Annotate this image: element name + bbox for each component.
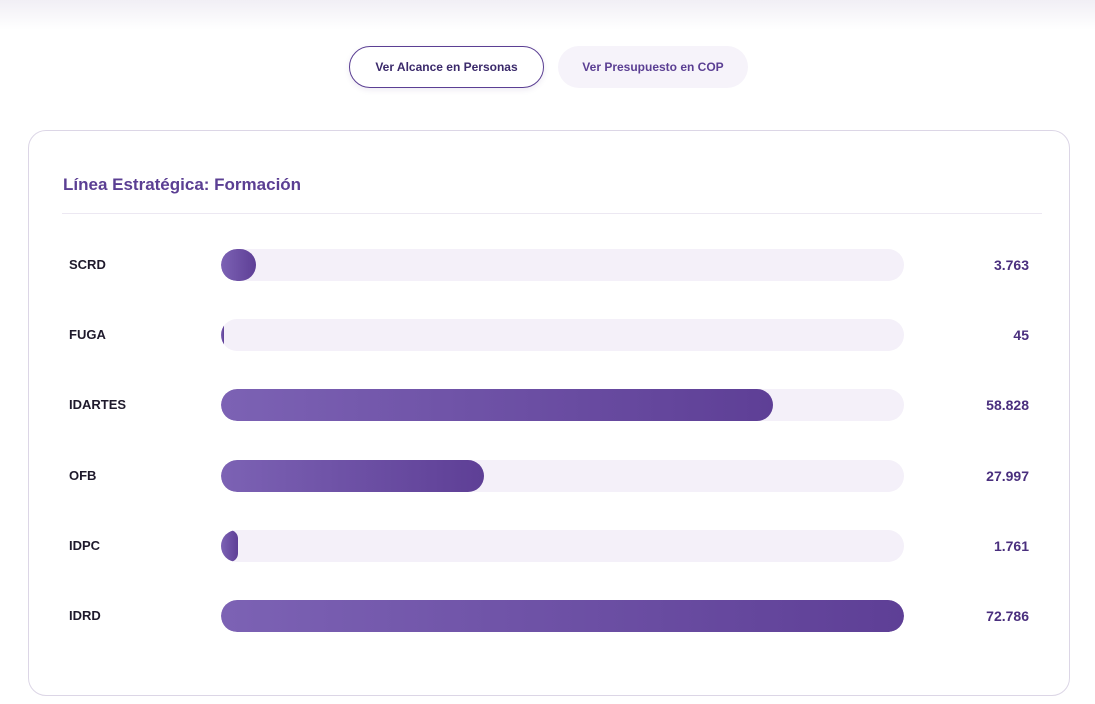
bar-row: FUGA 45 xyxy=(29,319,1069,352)
toggle-budget-cop-button[interactable]: Ver Presupuesto en COP xyxy=(558,46,748,88)
bar-row: OFB 27.997 xyxy=(29,459,1069,492)
top-shade xyxy=(0,0,1095,30)
divider xyxy=(62,213,1042,214)
bar-fill xyxy=(221,389,774,422)
bar-fill xyxy=(221,319,224,352)
bar-track xyxy=(221,389,904,422)
bar-value: 72.786 xyxy=(986,608,1029,624)
view-toggle-group: Ver Alcance en Personas Ver Presupuesto … xyxy=(0,46,1095,90)
bar-fill xyxy=(221,600,904,632)
bar-track xyxy=(221,600,904,632)
bar-row: IDPC 1.761 xyxy=(29,529,1069,562)
bar-value: 58.828 xyxy=(986,397,1029,414)
bar-value: 45 xyxy=(1013,327,1029,344)
bar-row: IDARTES 58.828 xyxy=(29,389,1069,422)
bar-label: IDPC xyxy=(69,537,101,553)
bar-fill xyxy=(221,249,257,281)
bar-row: IDRD 72.786 xyxy=(29,600,1069,632)
bar-value: 27.997 xyxy=(986,467,1029,484)
bar-label: IDRD xyxy=(69,608,101,623)
bar-fill xyxy=(221,529,238,562)
bar-track xyxy=(221,249,904,281)
bar-label: FUGA xyxy=(69,327,106,343)
bar-value: 1.761 xyxy=(993,537,1029,554)
bar-label: OFB xyxy=(69,467,97,483)
bar-row: SCRD 3.763 xyxy=(29,249,1069,281)
card-title: Línea Estratégica: Formación xyxy=(63,175,302,194)
toggle-reach-persons-button[interactable]: Ver Alcance en Personas xyxy=(349,46,544,88)
strategic-line-card: Línea Estratégica: Formación SCRD 3.763 FU… xyxy=(28,130,1070,696)
bar-track xyxy=(221,459,904,492)
bar-track xyxy=(221,319,904,352)
bar-label: IDARTES xyxy=(69,397,127,413)
bar-value: 3.763 xyxy=(993,257,1029,273)
bar-track xyxy=(221,529,904,562)
bar-fill xyxy=(221,459,484,492)
bar-label: SCRD xyxy=(69,257,106,272)
